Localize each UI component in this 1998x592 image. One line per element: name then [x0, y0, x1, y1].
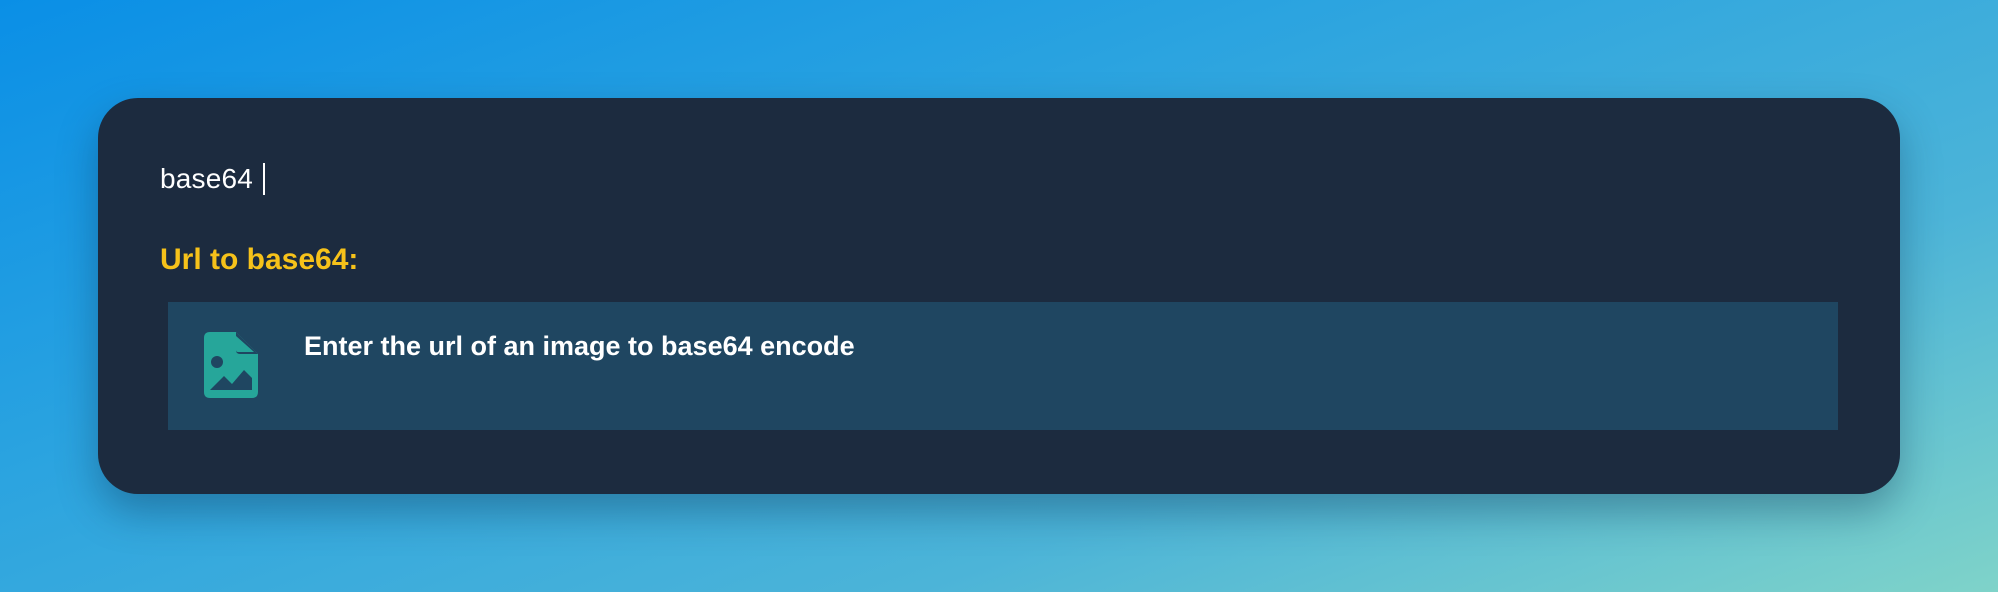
section-title: Url to base64: — [160, 243, 359, 276]
image-file-icon — [204, 332, 258, 398]
search-input[interactable]: base64 — [160, 158, 253, 200]
launcher-panel: base64 Url to base64: Enter the url of a… — [98, 98, 1900, 494]
result-item[interactable]: Enter the url of an image to base64 enco… — [168, 302, 1838, 430]
search-bar[interactable]: base64 — [160, 158, 266, 200]
text-cursor — [263, 163, 266, 195]
result-text: Enter the url of an image to base64 enco… — [304, 331, 855, 361]
